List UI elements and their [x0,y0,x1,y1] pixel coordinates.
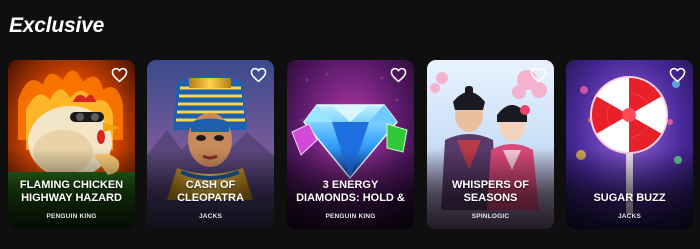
game-title: SUGAR BUZZ [593,192,666,204]
game-provider: PENGUIN KING [325,213,376,220]
game-card-whispers-of-seasons[interactable]: WHISPERS OF SEASONS SPINLOGIC [427,60,554,229]
game-card-sugar-buzz[interactable]: SUGAR BUZZ JACKS [566,60,693,229]
game-title: FLAMING CHICKEN HIGHWAY HAZARD [19,179,124,204]
favorite-heart-icon[interactable] [111,67,128,83]
game-provider: JACKS [617,213,642,220]
game-provider: SPINLOGIC [471,213,510,220]
favorite-heart-icon[interactable] [390,67,407,83]
game-title: 3 ENERGY DIAMONDS: HOLD & [296,179,405,204]
game-title: WHISPERS OF SEASONS [451,179,529,204]
game-title: CASH OF CLEOPATRA [177,179,244,204]
game-provider: PENGUIN KING [46,213,97,220]
favorite-heart-icon[interactable] [250,67,267,83]
favorite-heart-icon[interactable] [669,67,686,83]
game-card-flaming-chicken[interactable]: FLAMING CHICKEN HIGHWAY HAZARD PENGUIN K… [8,60,135,229]
game-provider: JACKS [198,213,223,220]
game-card-energy-diamonds[interactable]: 3 ENERGY DIAMONDS: HOLD & PENGUIN KING [287,60,414,229]
game-card-cleopatra[interactable]: CASH OF CLEOPATRA JACKS [147,60,274,229]
section-title: Exclusive [9,14,105,37]
favorite-heart-icon[interactable] [530,67,547,83]
